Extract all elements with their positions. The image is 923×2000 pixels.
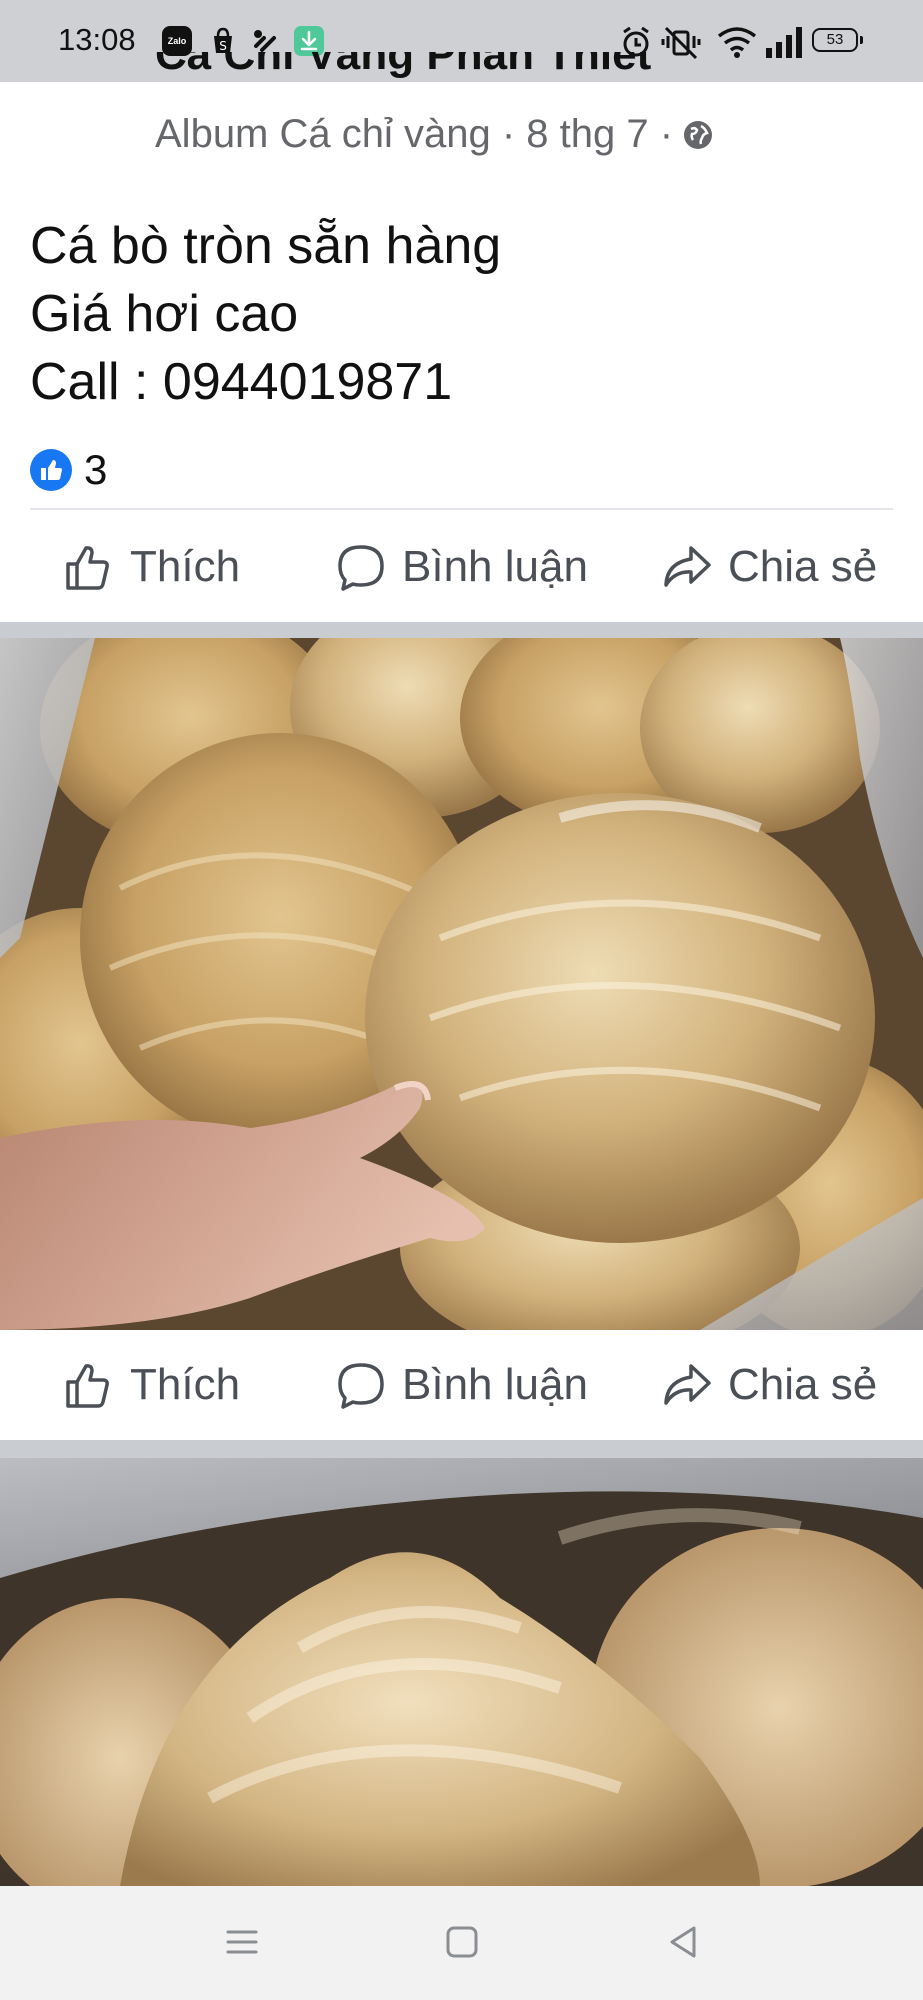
post-action-bar: Thích Bình luận Chia sẻ — [0, 512, 923, 622]
recent-apps-icon[interactable] — [222, 1922, 262, 1962]
post-line: Giá hơi cao — [30, 285, 299, 343]
page-name[interactable]: Cá Chỉ Vàng Phan Thiết Lon — [155, 52, 655, 82]
section-separator — [0, 1440, 923, 1458]
comment-icon — [338, 545, 384, 591]
signal-icon — [766, 27, 802, 58]
like-label: Thích — [130, 1360, 241, 1409]
post-text: Cá bò tròn sẵn hàng Giá hơi cao Call : 0… — [30, 212, 501, 416]
photo-action-bar: Thích Bình luận Chia sẻ — [0, 1330, 923, 1440]
system-nav-bar — [0, 1886, 923, 2000]
vibrate-off-icon — [661, 26, 701, 60]
share-button[interactable]: Chia sẻ — [660, 512, 877, 622]
post-meta-text: Album Cá chỉ vàng · 8 thg 7 · — [155, 112, 674, 156]
back-icon[interactable] — [664, 1922, 704, 1962]
comment-label: Bình luận — [402, 542, 588, 591]
like-reaction-icon — [30, 449, 72, 491]
post-meta: Album Cá chỉ vàng · 8 thg 7 · — [155, 112, 713, 157]
share-label: Chia sẻ — [728, 542, 878, 591]
battery-icon: 53 — [812, 28, 863, 52]
comment-button[interactable]: Bình luận — [334, 512, 588, 622]
thumbs-up-icon — [66, 546, 109, 590]
share-label: Chia sẻ — [728, 1360, 878, 1409]
thumbs-up-icon — [66, 1364, 109, 1408]
share-button[interactable]: Chia sẻ — [660, 1330, 877, 1440]
like-button[interactable]: Thích — [62, 1330, 240, 1440]
like-button[interactable]: Thích — [62, 512, 240, 622]
globe-icon — [684, 120, 713, 149]
post-photo[interactable] — [0, 1458, 923, 1886]
svg-text:S: S — [219, 39, 227, 53]
comment-label: Bình luận — [402, 1360, 588, 1409]
divider — [30, 508, 893, 510]
post-photo[interactable] — [0, 638, 923, 1330]
status-time: 13:08 — [58, 22, 136, 57]
section-separator — [0, 622, 923, 638]
wifi-icon — [717, 27, 757, 58]
comment-icon — [338, 1363, 384, 1409]
post-line: Cá bò tròn sẵn hàng — [30, 217, 502, 275]
dried-fish-photo — [0, 1458, 923, 1886]
share-icon — [664, 546, 711, 587]
reactions[interactable]: 3 — [30, 446, 107, 494]
post-line: Call : 0944019871 — [30, 353, 453, 411]
share-icon — [664, 1364, 711, 1405]
home-icon[interactable] — [442, 1922, 482, 1962]
comment-button[interactable]: Bình luận — [334, 1330, 588, 1440]
like-label: Thích — [130, 542, 241, 591]
page-name-text: Cá Chỉ Vàng Phan Thiết Lon — [155, 52, 652, 82]
dried-fish-photo — [0, 638, 923, 1330]
reaction-count: 3 — [84, 446, 108, 493]
